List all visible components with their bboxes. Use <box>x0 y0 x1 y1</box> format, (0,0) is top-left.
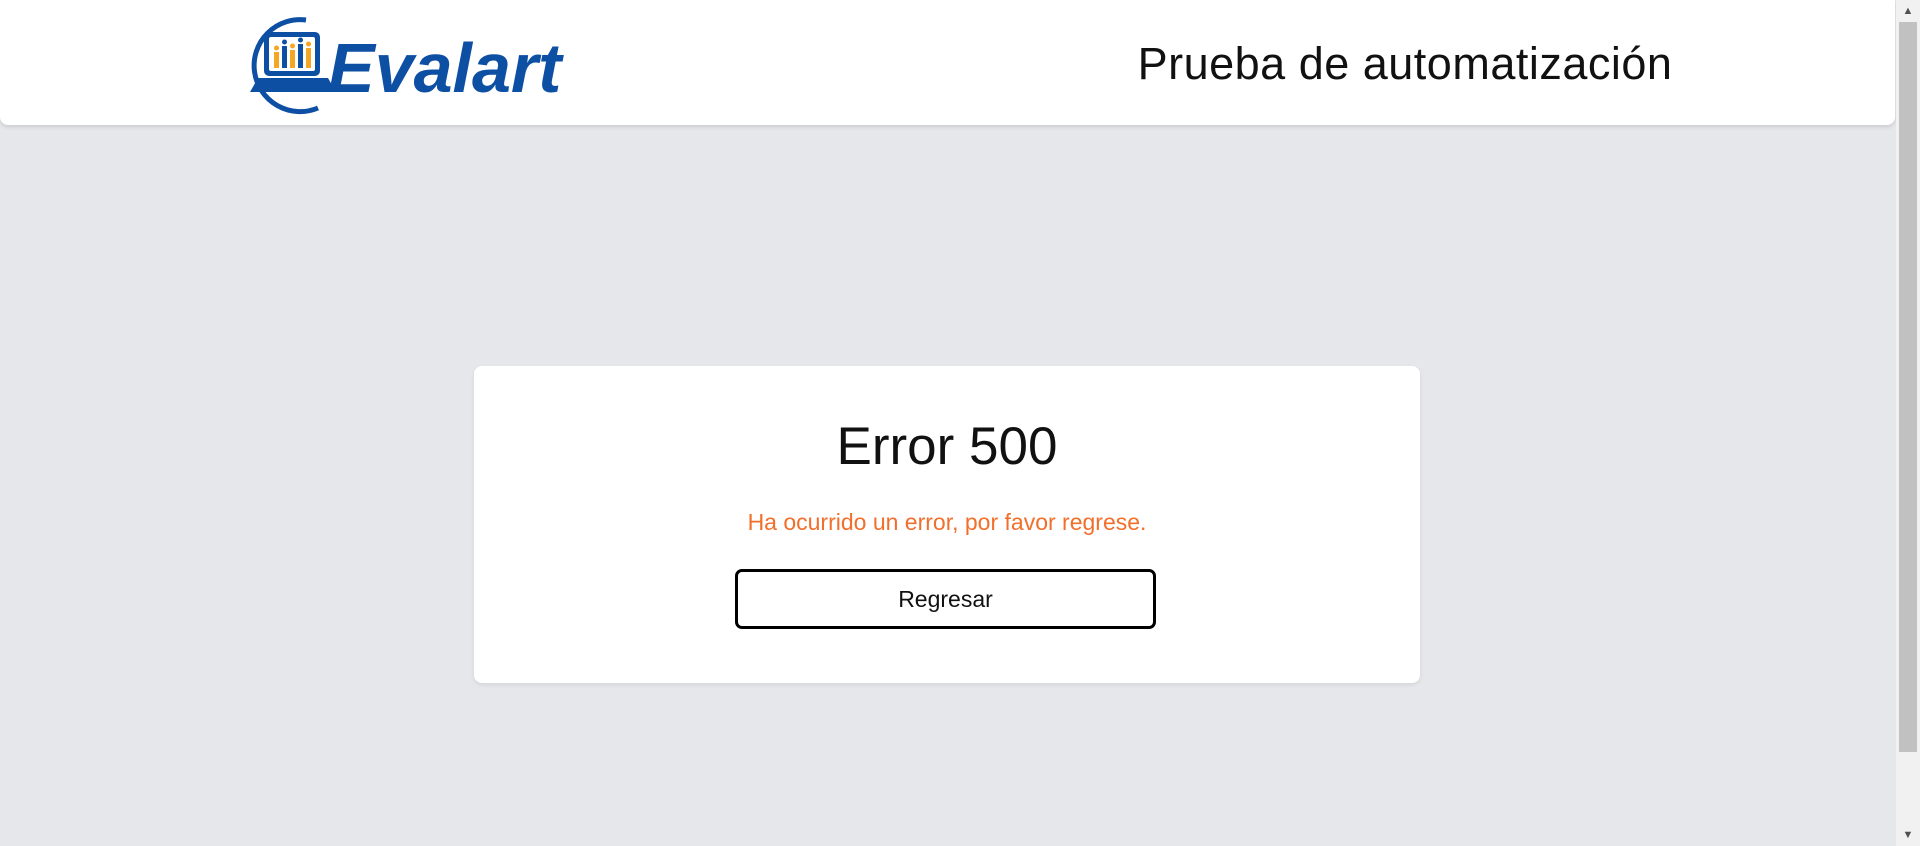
evalart-logo-icon: Evalart <box>250 17 564 115</box>
evalart-logo[interactable]: Evalart <box>236 12 598 116</box>
error-message: Ha ocurrido un error, por favor regrese. <box>747 509 1147 535</box>
svg-text:Evalart: Evalart <box>328 29 564 107</box>
page-viewport: Evalart Prueba de automatización Error 5… <box>0 0 1896 846</box>
regresar-button[interactable]: Regresar <box>735 569 1156 629</box>
scroll-down-arrow-icon[interactable]: ▼ <box>1896 826 1920 844</box>
error-title: Error 500 <box>836 417 1058 476</box>
scrollbar-thumb[interactable] <box>1899 22 1917 752</box>
page-title: Prueba de automatización <box>1137 38 1673 89</box>
scroll-up-arrow-icon[interactable]: ▲ <box>1896 2 1920 20</box>
header-bar: Evalart Prueba de automatización <box>0 0 1895 125</box>
vertical-scrollbar[interactable]: ▲ ▼ <box>1896 0 1920 846</box>
error-card: Error 500 Ha ocurrido un error, por favo… <box>474 366 1420 683</box>
